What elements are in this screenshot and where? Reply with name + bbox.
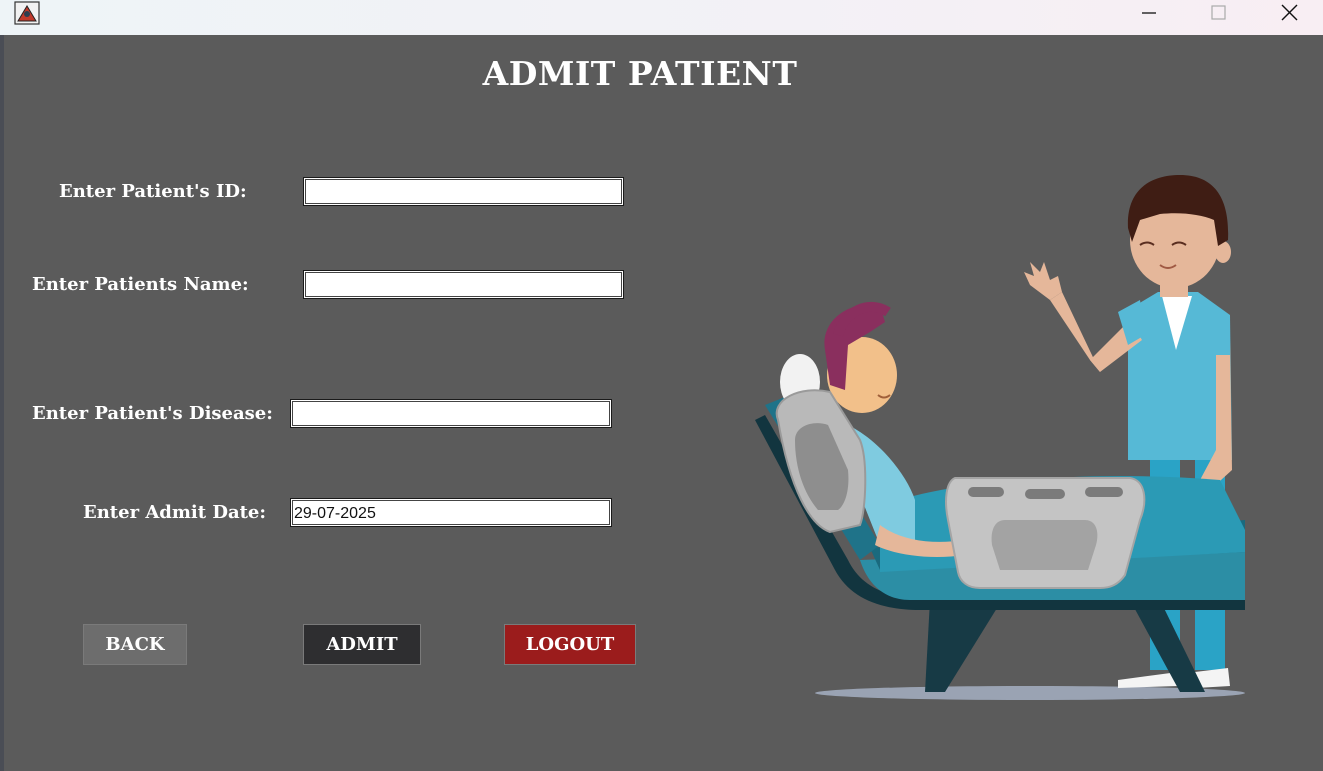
- nurse-figure: [1024, 175, 1232, 688]
- patient-name-label: Enter Patients Name:: [32, 274, 249, 295]
- close-button[interactable]: [1266, 0, 1312, 28]
- patient-id-label: Enter Patient's ID:: [59, 181, 247, 202]
- app-icon: [14, 1, 40, 25]
- minimize-icon: [1142, 12, 1156, 14]
- minimize-button[interactable]: [1126, 0, 1172, 28]
- close-icon: [1281, 4, 1298, 21]
- window-titlebar: [0, 0, 1323, 35]
- admit-date-field[interactable]: 29-07-2025: [290, 498, 612, 527]
- window-left-edge: [0, 35, 4, 771]
- admit-date-label: Enter Admit Date:: [83, 502, 267, 523]
- bed-rail-head: [775, 389, 867, 534]
- patient-id-field[interactable]: [303, 177, 624, 206]
- maximize-button[interactable]: [1196, 0, 1242, 28]
- patient-name-field[interactable]: [303, 270, 624, 299]
- back-button[interactable]: BACK: [83, 624, 187, 665]
- disease-field[interactable]: [290, 399, 612, 428]
- maximize-icon: [1211, 5, 1226, 20]
- logout-button[interactable]: LOGOUT: [504, 624, 636, 665]
- bed-rail-foot: [945, 477, 1146, 589]
- disease-label: Enter Patient's Disease:: [32, 403, 273, 424]
- patient-nurse-illustration: [755, 175, 1245, 700]
- admit-button[interactable]: ADMIT: [303, 624, 421, 665]
- page-title: ADMIT PATIENT: [482, 54, 798, 93]
